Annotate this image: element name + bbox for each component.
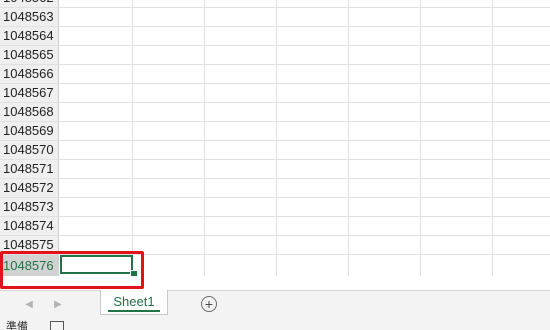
table-row: 1048574 [0, 217, 550, 236]
row-header[interactable]: 1048563 [0, 8, 59, 26]
table-row: 1048566 [0, 65, 550, 84]
table-row: 1048565 [0, 46, 550, 65]
add-sheet-icon[interactable]: + [201, 296, 217, 312]
table-row: 1048570 [0, 141, 550, 160]
status-mode-text: 準備 [6, 321, 28, 330]
accessibility-icon[interactable] [50, 321, 64, 330]
sheet-prev-icon[interactable]: ◀ [22, 298, 36, 312]
table-row: 1048572 [0, 179, 550, 198]
table-row: 1048567 [0, 84, 550, 103]
row-header[interactable]: 1048562 [0, 0, 59, 7]
table-row: 1048562 [0, 0, 550, 8]
tab-sheet1[interactable]: Sheet1 [100, 290, 168, 315]
highlight-annotation [0, 251, 144, 289]
row-header[interactable]: 1048573 [0, 198, 59, 216]
row-header[interactable]: 1048572 [0, 179, 59, 197]
row-header[interactable]: 1048565 [0, 46, 59, 64]
row-header[interactable]: 1048566 [0, 65, 59, 83]
sheet-tab-bar: ◀ ▶ Sheet1 + [0, 290, 550, 320]
row-header[interactable]: 1048564 [0, 27, 59, 45]
table-row: 1048569 [0, 122, 550, 141]
worksheet-grid[interactable]: 1048562 1048563 1048564 1048565 1048566 … [0, 0, 550, 276]
table-row: 1048568 [0, 103, 550, 122]
row-header[interactable]: 1048571 [0, 160, 59, 178]
table-row: 1048571 [0, 160, 550, 179]
row-header[interactable]: 1048574 [0, 217, 59, 235]
row-header[interactable]: 1048567 [0, 84, 59, 102]
sheet-tab-label: Sheet1 [113, 294, 155, 309]
row-header[interactable]: 1048570 [0, 141, 59, 159]
row-header[interactable]: 1048569 [0, 122, 59, 140]
table-row: 1048573 [0, 198, 550, 217]
table-row: 1048564 [0, 27, 550, 46]
sheet-next-icon[interactable]: ▶ [51, 298, 65, 312]
status-bar: 準備 [0, 320, 550, 330]
table-row: 1048563 [0, 8, 550, 27]
row-header[interactable]: 1048568 [0, 103, 59, 121]
